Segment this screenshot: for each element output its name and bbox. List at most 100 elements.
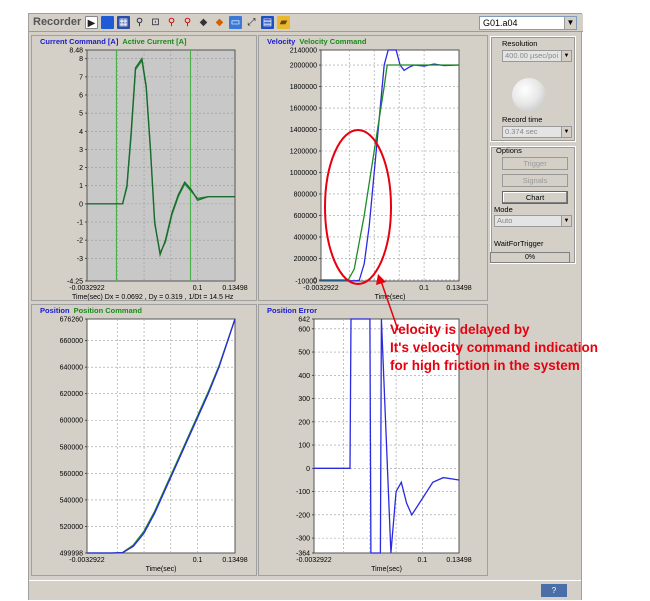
y-tick-label: 1600000 bbox=[290, 106, 317, 113]
signals-button[interactable]: Signals bbox=[502, 174, 568, 187]
x-tick-label: -0.0032922 bbox=[296, 557, 332, 564]
mode-label: Mode bbox=[494, 205, 513, 214]
y-tick-label: 1400000 bbox=[290, 127, 317, 134]
y-tick-label: 400000 bbox=[294, 234, 317, 241]
x-axis-label: Time(sec) bbox=[375, 294, 406, 301]
disk-icon[interactable]: ▤ bbox=[261, 16, 274, 29]
y-tick-label: 400 bbox=[298, 373, 310, 380]
window-icon[interactable]: ▭ bbox=[229, 16, 242, 29]
trigger-button[interactable]: Trigger bbox=[502, 157, 568, 170]
y-tick-label: -200 bbox=[296, 512, 310, 519]
current-chart-panel: Current Command [A] Active Current [A] 8.… bbox=[31, 35, 257, 301]
y-tick-label: 0 bbox=[306, 466, 310, 473]
trigger-progress-text: 0% bbox=[524, 254, 536, 261]
y-tick-label: 8.48 bbox=[69, 48, 83, 55]
y-tick-label: 1800000 bbox=[290, 84, 317, 91]
mode-select[interactable]: Auto ▼ bbox=[494, 215, 572, 227]
cursor-right-icon[interactable]: ◆ bbox=[213, 16, 226, 29]
velocity-chart[interactable]: 2140000 2000000 1800000 1600000 1400000 12000… bbox=[259, 36, 489, 302]
chart-button[interactable]: Chart bbox=[502, 191, 568, 204]
y-tick-label: 1200000 bbox=[290, 148, 317, 155]
y-tick-label: 640000 bbox=[60, 365, 83, 372]
status-bar: ? bbox=[29, 580, 581, 600]
position-chart[interactable]: 676260 660000 640000 620000 600000 580000 5600… bbox=[32, 305, 258, 577]
chevron-down-icon[interactable]: ▼ bbox=[561, 216, 571, 226]
velocity-chart-panel: Velocity Velocity Command 2140000 2000000 1… bbox=[258, 35, 488, 301]
file-select[interactable]: G01.a04 ▼ bbox=[479, 16, 577, 30]
x-tick-label: 0.1 bbox=[193, 557, 203, 564]
y-tick-label: 4 bbox=[79, 129, 83, 136]
x-tick-label: -0.0032922 bbox=[69, 557, 105, 564]
zoom-fit-icon[interactable]: ⊡ bbox=[149, 16, 162, 29]
help-button[interactable]: ? bbox=[541, 584, 567, 597]
recorder-title: Recorder bbox=[33, 16, 82, 28]
y-tick-label: 7 bbox=[79, 74, 83, 81]
plot-area bbox=[320, 49, 460, 282]
y-tick-label: 1 bbox=[79, 183, 83, 190]
y-tick-label: 660000 bbox=[60, 338, 83, 345]
y-tick-label: 8 bbox=[79, 56, 83, 63]
y-tick-label: 676260 bbox=[60, 317, 83, 324]
zoom-icon[interactable]: ⚲ bbox=[133, 16, 146, 29]
x-tick-label: 0.13498 bbox=[222, 557, 247, 564]
resolution-knob[interactable] bbox=[512, 78, 546, 112]
x-tick-label: 0.13498 bbox=[446, 285, 471, 292]
cursor-readout: Time(sec) Dx = 0.0692 , Dy = 0.319 , 1/D… bbox=[72, 294, 234, 301]
annotation-line-1: Velocity is delayed by bbox=[390, 322, 530, 337]
fit-icon[interactable]: ⤢ bbox=[245, 16, 258, 29]
y-tick-label: 800000 bbox=[294, 191, 317, 198]
x-tick-label: 0.1 bbox=[417, 557, 427, 564]
open-icon[interactable]: ▰ bbox=[277, 16, 290, 29]
annotation-line-3: for high friction in the system bbox=[390, 358, 580, 373]
resolution-label: Resolution bbox=[502, 39, 538, 48]
x-tick-label: -0.0032922 bbox=[69, 285, 105, 292]
position-chart-panel: Position Position Command 676260 660000 640… bbox=[31, 304, 257, 576]
y-tick-label: 200 bbox=[298, 419, 310, 426]
y-tick-label: 620000 bbox=[60, 391, 83, 398]
y-tick-label: -300 bbox=[296, 536, 310, 543]
y-tick-label: 1000000 bbox=[290, 170, 317, 177]
stop-icon[interactable] bbox=[101, 16, 114, 29]
chevron-down-icon[interactable]: ▼ bbox=[564, 17, 576, 29]
record-time-value: 0.374 sec bbox=[505, 127, 538, 136]
options-label: Options bbox=[496, 146, 522, 155]
y-tick-label: 560000 bbox=[60, 471, 83, 478]
y-tick-label: -2 bbox=[77, 238, 83, 245]
x-axis-label: Time(sec) bbox=[146, 566, 177, 573]
x-axis-label: Time(sec) bbox=[371, 566, 402, 573]
trigger-progress-bar: 0% bbox=[490, 252, 570, 263]
chevron-down-icon[interactable]: ▼ bbox=[561, 51, 571, 61]
zoom-in-icon[interactable]: ⚲ bbox=[165, 16, 178, 29]
recorder-window: Recorder ▶ ▦ ⚲ ⊡ ⚲ ⚲ ◆ ◆ ▭ ⤢ ▤ ▰ G01.a04… bbox=[28, 13, 583, 600]
record-time-label: Record time bbox=[502, 115, 543, 124]
y-tick-label: 200000 bbox=[294, 256, 317, 263]
record-time-select[interactable]: 0.374 sec ▼ bbox=[502, 126, 572, 138]
y-tick-label: 2140000 bbox=[290, 48, 317, 55]
y-tick-label: 500 bbox=[298, 350, 310, 357]
plot-area bbox=[86, 318, 236, 554]
y-tick-label: 600000 bbox=[60, 418, 83, 425]
y-tick-label: -3 bbox=[77, 256, 83, 263]
y-tick-label: 5 bbox=[79, 111, 83, 118]
y-tick-label: 642 bbox=[298, 317, 310, 324]
annotation-text: Velocity is delayed by It's velocity com… bbox=[390, 321, 650, 375]
wait-for-trigger-label: WaitForTrigger bbox=[494, 239, 544, 248]
annotation-line-2: It's velocity command indication bbox=[390, 340, 599, 355]
x-tick-label: -0.0032922 bbox=[303, 285, 339, 292]
y-tick-label: 520000 bbox=[60, 524, 83, 531]
save-icon[interactable]: ▦ bbox=[117, 16, 130, 29]
y-tick-label: 300 bbox=[298, 396, 310, 403]
y-tick-label: 0 bbox=[79, 201, 83, 208]
chevron-down-icon[interactable]: ▼ bbox=[561, 127, 571, 137]
current-chart[interactable]: 8.48876543210-1-2-3-4.25-0.0032922 0.1 0.1… bbox=[32, 36, 258, 302]
y-tick-label: 600000 bbox=[294, 213, 317, 220]
cursor-left-icon[interactable]: ◆ bbox=[197, 16, 210, 29]
y-tick-label: 540000 bbox=[60, 497, 83, 504]
file-select-value: G01.a04 bbox=[483, 18, 518, 28]
zoom-out-icon[interactable]: ⚲ bbox=[181, 16, 194, 29]
resolution-select[interactable]: 400.00 µsec/poi ▼ bbox=[502, 50, 572, 62]
x-tick-label: 0.1 bbox=[419, 285, 429, 292]
x-tick-label: 0.1 bbox=[193, 285, 203, 292]
toolbar: Recorder ▶ ▦ ⚲ ⊡ ⚲ ⚲ ◆ ◆ ▭ ⤢ ▤ ▰ G01.a04… bbox=[29, 14, 583, 32]
play-icon[interactable]: ▶ bbox=[85, 16, 98, 29]
